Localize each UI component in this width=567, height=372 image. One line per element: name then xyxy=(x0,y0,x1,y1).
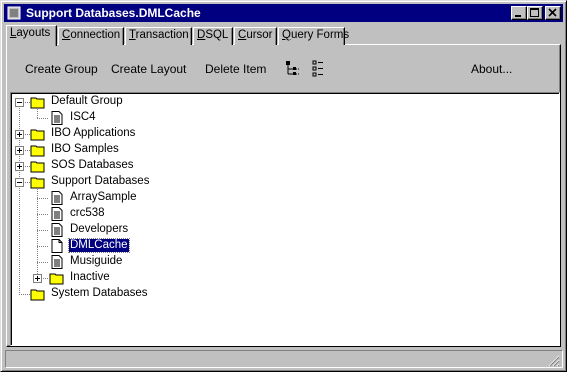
tree-node-label: Developers xyxy=(70,223,129,235)
document-blank-icon xyxy=(51,239,63,253)
expand-toggle-icon[interactable] xyxy=(15,162,24,171)
app-window: Support Databases.DMLCache Layouts Conne… xyxy=(0,0,567,372)
tree-node-ibo-applications[interactable]: IBO Applications xyxy=(11,126,211,142)
tab-label: onnection xyxy=(70,29,121,41)
tree-node-label: crc538 xyxy=(70,207,105,219)
folder-icon xyxy=(30,177,45,189)
tab-cursor[interactable]: Cursor xyxy=(234,27,277,45)
folder-icon xyxy=(30,289,45,301)
tree-node-label: Inactive xyxy=(70,271,110,283)
close-icon xyxy=(548,8,557,17)
folder-icon xyxy=(30,97,45,109)
document-icon xyxy=(51,207,63,221)
tree-node-label: Support Databases xyxy=(51,175,150,187)
tab-layouts[interactable]: Layouts xyxy=(6,25,57,46)
create-layout-button[interactable]: Create Layout xyxy=(111,62,186,76)
tree-node-label: SOS Databases xyxy=(51,159,134,171)
tree-node-musiguide[interactable]: Musiguide xyxy=(11,254,211,270)
tree-node-label: Default Group xyxy=(51,95,123,107)
maximize-button[interactable] xyxy=(527,6,543,20)
document-icon xyxy=(51,223,63,237)
toolbar: Create Group Create Layout Delete Item A… xyxy=(13,51,555,89)
tree-node-system-databases[interactable]: System Databases xyxy=(11,286,211,302)
tree-node-inactive[interactable]: Inactive xyxy=(11,270,211,286)
minimize-button[interactable] xyxy=(511,6,527,20)
tab-label: ransaction xyxy=(135,29,189,41)
tree-node-arraysample[interactable]: ArraySample xyxy=(11,190,211,206)
document-icon xyxy=(51,111,63,125)
tree-node-label: IBO Applications xyxy=(51,127,136,139)
tab-label: ayouts xyxy=(16,27,51,39)
tab-transaction[interactable]: Transaction xyxy=(125,27,192,45)
tab-strip: Layouts Connection Transaction DSQL Curs… xyxy=(6,25,546,46)
tree-node-label-selected: DMLCache xyxy=(68,238,130,253)
tab-hotkey: T xyxy=(129,29,136,41)
window-title: Support Databases.DMLCache xyxy=(26,6,201,20)
tab-label: uery Forms xyxy=(290,29,350,41)
tab-connection[interactable]: Connection xyxy=(58,27,124,45)
create-group-button[interactable]: Create Group xyxy=(25,62,98,76)
tree-node-developers[interactable]: Developers xyxy=(11,222,211,238)
tree-node-ibo-samples[interactable]: IBO Samples xyxy=(11,142,211,158)
folder-icon xyxy=(49,273,64,285)
folder-icon xyxy=(30,129,45,141)
tree-node-label: ISC4 xyxy=(70,111,96,123)
minimize-icon xyxy=(515,15,521,17)
tree-node-label: ArraySample xyxy=(70,191,137,203)
collapse-toggle-icon[interactable] xyxy=(15,98,24,107)
tab-hotkey: Q xyxy=(282,29,291,41)
collapse-toggle-icon[interactable] xyxy=(15,178,24,187)
tree-node-default-group[interactable]: Default Group xyxy=(11,94,211,110)
resize-grip-icon[interactable] xyxy=(548,355,560,367)
tab-label: ursor xyxy=(246,29,273,41)
tree-node-support-databases[interactable]: Support Databases xyxy=(11,174,211,190)
tree-node-crc538[interactable]: crc538 xyxy=(11,206,211,222)
tab-dsql[interactable]: DSQL xyxy=(193,27,233,45)
tree-node-label: Musiguide xyxy=(70,255,123,267)
tree-node-isc4[interactable]: ISC4 xyxy=(11,110,211,126)
tab-label: SQL xyxy=(205,29,229,41)
expand-tree-icon[interactable] xyxy=(285,59,303,77)
status-bar xyxy=(5,350,563,368)
folder-icon xyxy=(30,161,45,173)
tree-node-label: IBO Samples xyxy=(51,143,119,155)
close-button[interactable] xyxy=(545,6,561,20)
document-icon xyxy=(51,255,63,269)
layout-tree[interactable]: Default Group ISC4 IBO Applications IBO … xyxy=(10,92,560,346)
maximize-icon xyxy=(530,8,539,17)
delete-item-button[interactable]: Delete Item xyxy=(205,62,266,76)
expand-toggle-icon[interactable] xyxy=(33,274,42,283)
collapse-tree-icon[interactable] xyxy=(311,59,329,77)
document-icon xyxy=(51,191,63,205)
title-bar[interactable]: Support Databases.DMLCache xyxy=(4,4,563,22)
tree-node-sos-databases[interactable]: SOS Databases xyxy=(11,158,211,174)
expand-toggle-icon[interactable] xyxy=(15,146,24,155)
tree-node-dmlcache[interactable]: DMLCache xyxy=(11,238,211,254)
tab-query-forms[interactable]: Query Forms xyxy=(278,27,349,45)
about-button[interactable]: About... xyxy=(471,62,512,76)
folder-icon xyxy=(30,145,45,157)
expand-toggle-icon[interactable] xyxy=(15,130,24,139)
tree-node-label: System Databases xyxy=(51,287,148,299)
app-icon xyxy=(7,6,21,20)
